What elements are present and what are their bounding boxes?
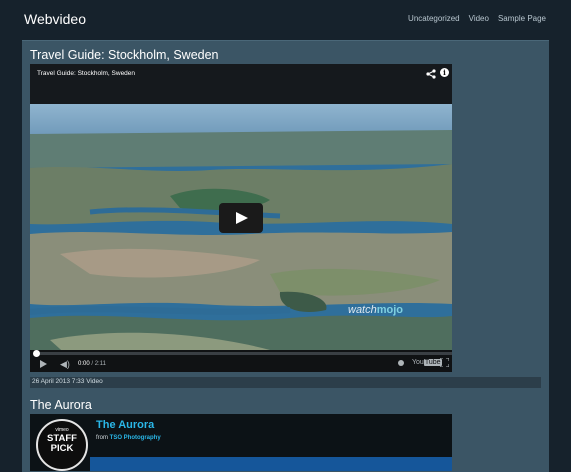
play-icon[interactable]: [40, 360, 47, 368]
embed-author: from TSO Photography: [96, 435, 161, 441]
nav-item-video[interactable]: Video: [469, 14, 489, 23]
staff-pick-badge: vimeo STAFF PICK: [36, 419, 88, 471]
post-meta: 26 April 2013 7:33 Video: [32, 378, 103, 385]
fullscreen-icon[interactable]: [440, 358, 449, 367]
main-nav: Uncategorized Video Sample Page: [408, 14, 546, 23]
channel-watermark: watchmojo: [348, 304, 404, 316]
nav-item-sample-page[interactable]: Sample Page: [498, 14, 546, 23]
volume-icon[interactable]: ◀): [60, 359, 70, 370]
info-icon[interactable]: i: [440, 68, 449, 77]
share-icon[interactable]: [426, 69, 436, 79]
video-info-icon[interactable]: [398, 360, 404, 366]
progress-bar[interactable]: [36, 352, 452, 355]
video-thumbnail: [30, 104, 452, 368]
scrubber-handle[interactable]: [33, 350, 40, 357]
video-player[interactable]: Travel Guide: Stockholm, Sweden i watchm…: [30, 64, 452, 372]
embed-author-link[interactable]: TSO Photography: [110, 435, 161, 441]
embed-title[interactable]: The Aurora: [96, 419, 154, 431]
post-title-2[interactable]: The Aurora: [30, 398, 92, 412]
nav-item-uncategorized[interactable]: Uncategorized: [408, 14, 460, 23]
time-display: 0:00 / 2:11: [78, 361, 106, 367]
site-header: Webvideo Uncategorized Video Sample Page: [0, 0, 571, 40]
embed-video-preview: [90, 457, 452, 471]
video-title[interactable]: Travel Guide: Stockholm, Sweden: [37, 70, 135, 77]
post-title-1[interactable]: Travel Guide: Stockholm, Sweden: [30, 48, 219, 62]
badge-staff-pick: STAFF PICK: [47, 433, 77, 454]
post-meta-bar: [30, 377, 541, 388]
site-title[interactable]: Webvideo: [24, 11, 86, 27]
youtube-logo[interactable]: YouTube: [412, 359, 442, 366]
play-overlay-button[interactable]: [219, 203, 263, 233]
